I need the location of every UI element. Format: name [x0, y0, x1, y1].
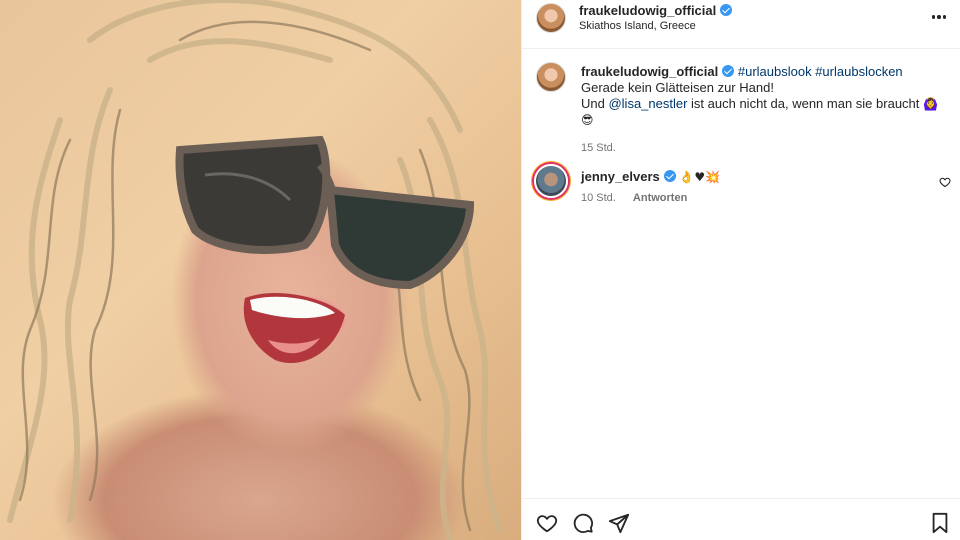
comment-item: jenny_elvers 👌♥💥 10 Std. Antworten	[522, 164, 960, 208]
heart-icon[interactable]	[536, 512, 558, 534]
post-header: fraukeludowig_official Skiathos Island, …	[522, 0, 960, 49]
verified-badge-icon	[720, 4, 733, 16]
caption-hashtags[interactable]: #urlaubslook #urlaubslocken	[738, 64, 903, 79]
commenter-username[interactable]: jenny_elvers	[581, 169, 660, 184]
caption-timestamp[interactable]: 15 Std.	[581, 140, 941, 156]
caption-line-2-end: ist auch nicht da, wenn man sie braucht	[687, 96, 920, 111]
author-username-text[interactable]: fraukeludowig_official	[579, 3, 716, 18]
caption-emoji-2: 😎	[581, 113, 594, 127]
send-icon[interactable]	[608, 512, 630, 534]
author-username[interactable]: fraukeludowig_official	[579, 3, 733, 18]
caption-line-1: Gerade kein Glätteisen zur Hand!	[581, 80, 774, 95]
caption-mention[interactable]: @lisa_nestler	[608, 96, 687, 111]
comment-icon[interactable]	[572, 512, 594, 534]
caption-line-2-start: Und	[581, 96, 609, 111]
post-side-panel: fraukeludowig_official Skiathos Island, …	[521, 0, 960, 540]
post-photo[interactable]	[0, 0, 521, 540]
commenter-avatar[interactable]	[534, 164, 568, 198]
author-avatar[interactable]	[536, 3, 566, 33]
caption-emoji-1: 🙆‍♀️	[923, 97, 938, 111]
more-horizontal-icon[interactable]	[929, 12, 949, 22]
reply-button[interactable]: Antworten	[633, 192, 687, 204]
bookmark-icon[interactable]	[930, 512, 950, 534]
comment-timestamp[interactable]: 10 Std.	[581, 192, 616, 204]
caption-username[interactable]: fraukeludowig_official	[581, 64, 718, 79]
caption-author-avatar[interactable]	[536, 62, 566, 92]
post-actions	[522, 498, 960, 540]
verified-badge-icon	[722, 65, 735, 77]
comment-text: 👌♥💥	[679, 170, 721, 184]
verified-badge-icon	[663, 170, 676, 182]
comment-heart-icon[interactable]	[939, 176, 951, 188]
photo-illustration	[7, 0, 503, 540]
post-location[interactable]: Skiathos Island, Greece	[579, 20, 696, 32]
